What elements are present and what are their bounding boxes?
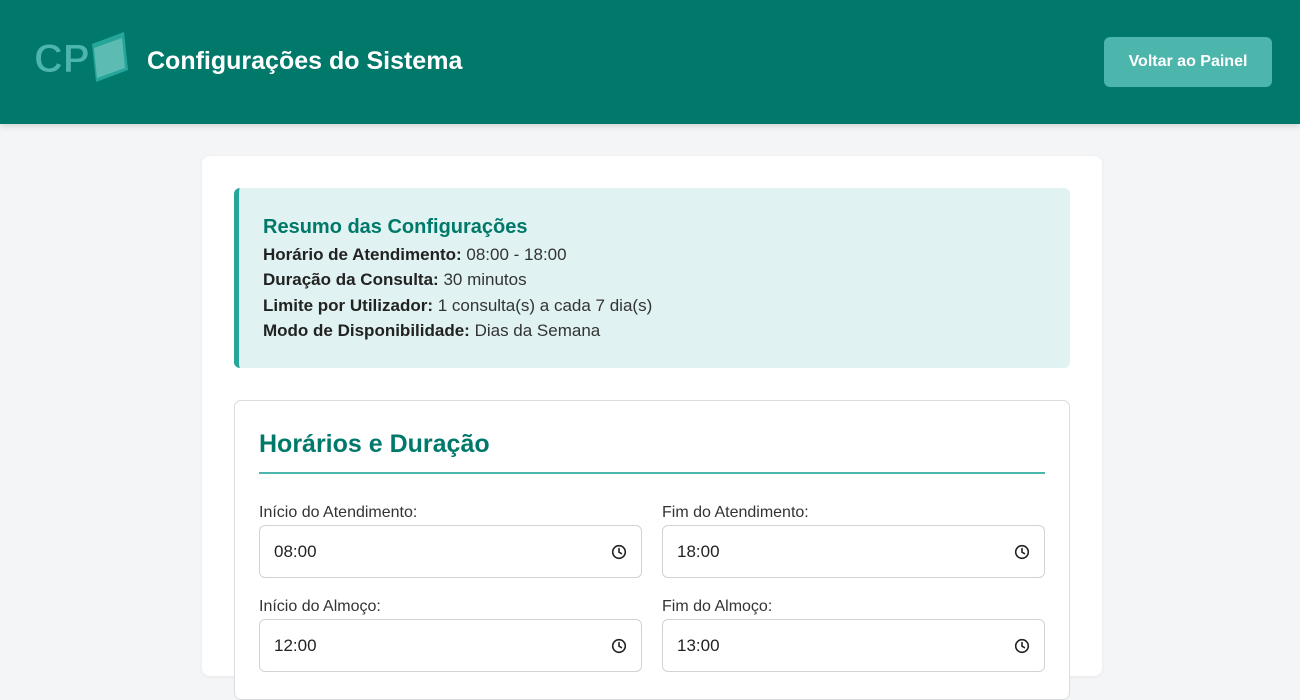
summary-value: 30 minutos (443, 270, 527, 290)
settings-summary: Resumo das Configurações Horário de Aten… (234, 188, 1070, 368)
time-value: 12:00 (274, 635, 317, 655)
cp-logo: CP (34, 32, 128, 82)
schedule-section: Horários e Duração Início do Atendimento… (234, 400, 1070, 700)
page-title: Configurações do Sistema (147, 47, 463, 75)
back-to-dashboard-button[interactable]: Voltar ao Painel (1104, 37, 1272, 87)
lunch-start-label: Início do Almoço: (259, 598, 381, 615)
lunch-end-input[interactable]: 13:00 (662, 619, 1045, 672)
settings-card: Resumo das Configurações Horário de Aten… (202, 156, 1102, 700)
summary-row-hours: Horário de Atendimento: 08:00 - 18:00 (263, 242, 1070, 267)
lunch-end-label: Fim do Almoço: (662, 598, 773, 615)
clock-icon[interactable] (1014, 544, 1030, 560)
summary-value: 1 consulta(s) a cada 7 dia(s) (437, 295, 653, 315)
time-value: 13:00 (677, 635, 720, 655)
summary-row-duration: Duração da Consulta: 30 minutos (263, 267, 1070, 292)
time-value: 18:00 (677, 541, 720, 561)
summary-value: Dias da Semana (474, 320, 601, 340)
service-start-input[interactable]: 08:00 (259, 525, 642, 578)
service-end-label: Fim do Atendimento: (662, 504, 809, 521)
summary-value: 08:00 - 18:00 (466, 245, 567, 264)
lunch-start-input[interactable]: 12:00 (259, 619, 642, 672)
summary-label: Modo de Disponibilidade: (263, 320, 470, 340)
summary-label: Limite por Utilizador: (263, 295, 433, 315)
service-start-label: Início do Atendimento: (259, 504, 418, 521)
summary-label: Duração da Consulta: (263, 270, 439, 290)
summary-row-mode: Modo de Disponibilidade: Dias da Semana (263, 318, 1070, 343)
section-divider (259, 472, 1045, 474)
svg-text:CP: CP (34, 37, 90, 81)
clock-icon[interactable] (611, 638, 627, 654)
summary-title: Resumo das Configurações (263, 216, 528, 238)
clock-icon[interactable] (1014, 638, 1030, 654)
summary-row-limit: Limite por Utilizador: 1 consulta(s) a c… (263, 293, 1070, 318)
time-value: 08:00 (274, 541, 317, 561)
section-title: Horários e Duração (259, 430, 490, 458)
top-bar: CP Configurações do Sistema Voltar ao Pa… (0, 0, 1300, 124)
service-end-input[interactable]: 18:00 (662, 525, 1045, 578)
summary-label: Horário de Atendimento: (263, 245, 462, 264)
clock-icon[interactable] (611, 544, 627, 560)
